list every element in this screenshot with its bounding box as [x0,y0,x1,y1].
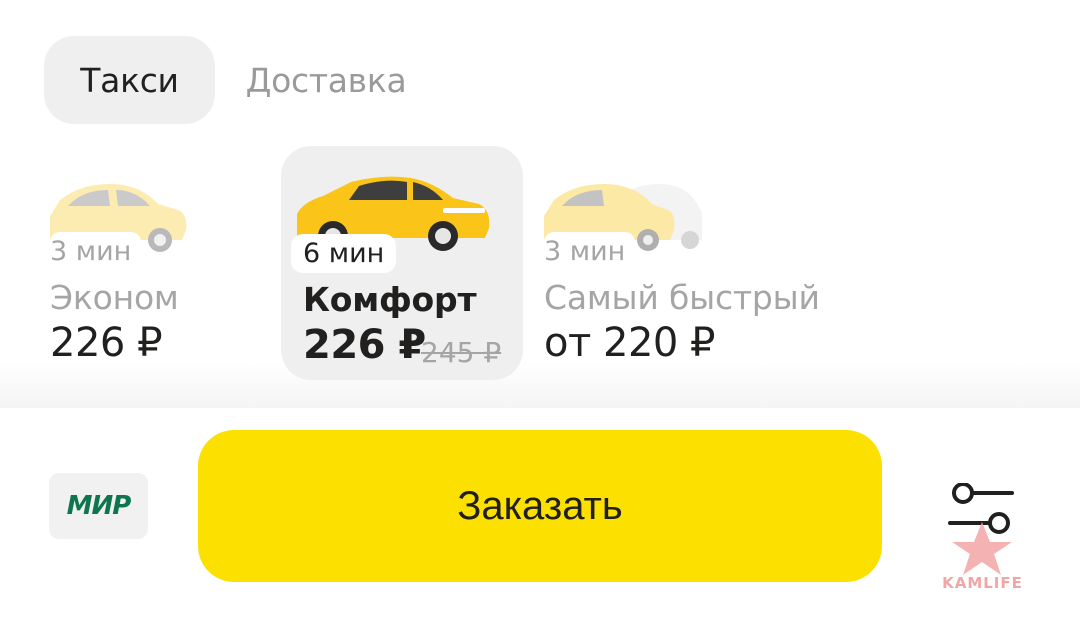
tariff-eta: 3 мин [50,232,142,271]
tariff-price: от 220 ₽ [544,320,716,366]
mir-card-icon: МИР [66,491,132,521]
order-bar: МИР Заказать [0,408,1080,626]
tariff-card-comfort[interactable]: 6 мин Комфорт 226 ₽ 245 ₽ [281,146,523,380]
tariff-eta: 3 мин [544,232,636,271]
payment-method-button[interactable]: МИР [49,473,148,539]
tariff-eta: 6 мин [291,234,397,273]
order-button[interactable]: Заказать [198,430,882,582]
tariff-selector: 3 мин Эконом 226 ₽ 6 мин Комфорт 226 ₽ 2… [0,140,1080,410]
tab-delivery[interactable]: Доставка [226,36,426,124]
tab-taxi[interactable]: Такси [44,36,215,124]
watermark-text: KAMLIFE [942,574,1023,592]
tariff-name: Комфорт [303,280,477,319]
taxi-order-screen: Такси Доставка 3 мин Эконом 226 ₽ 6 мин … [0,0,1080,626]
tariff-price: 226 ₽ [303,322,426,368]
tariff-card-fastest[interactable]: 3 мин Самый быстрый от 220 ₽ [544,178,844,378]
tariff-card-econom[interactable]: 3 мин Эконом 226 ₽ [50,178,250,378]
tariff-old-price: 245 ₽ [421,336,502,369]
tariff-name: Самый быстрый [544,278,820,317]
tariff-price: 226 ₽ [50,320,163,366]
tariff-name: Эконом [50,278,179,317]
